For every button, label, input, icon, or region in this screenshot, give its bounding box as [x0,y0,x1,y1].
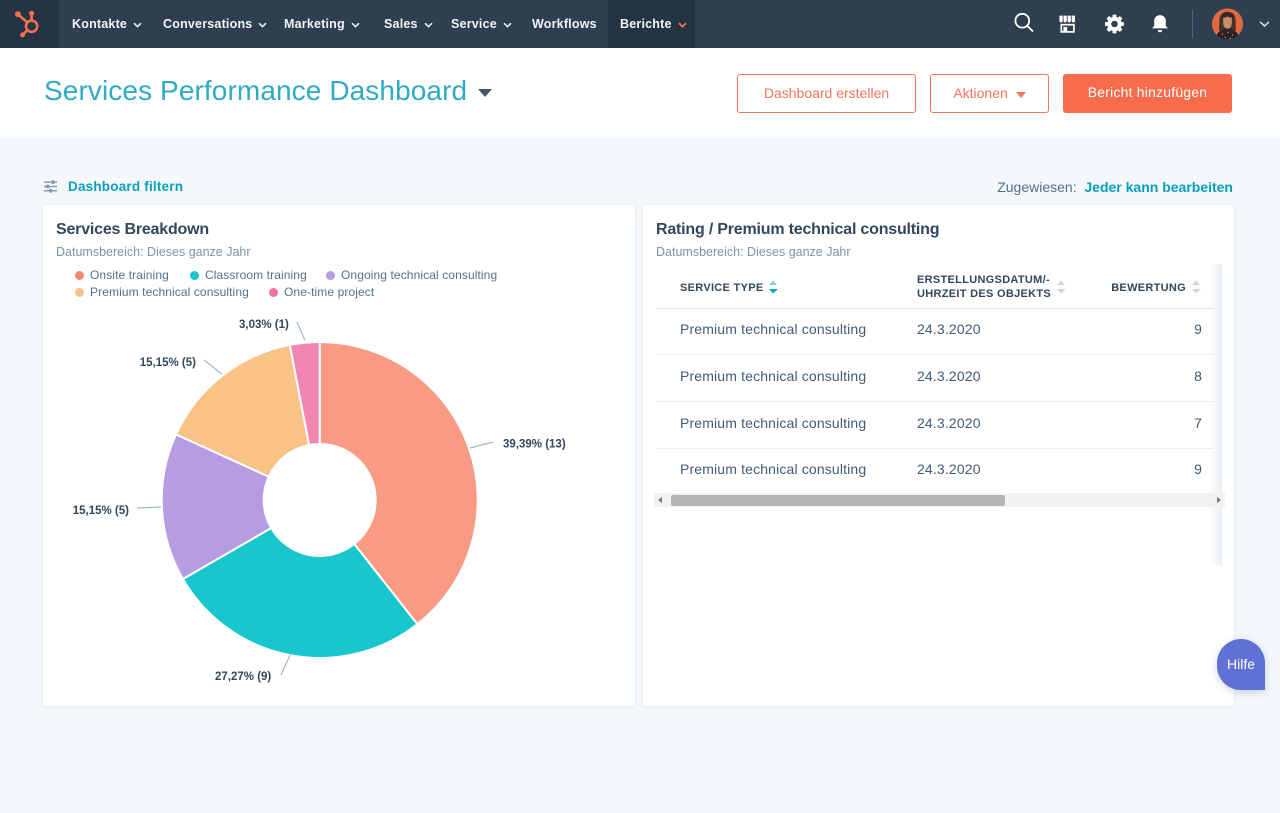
svg-text:15,15% (5): 15,15% (5) [73,505,129,517]
svg-text:3,03% (1): 3,03% (1) [239,319,289,331]
svg-text:27,27% (9): 27,27% (9) [215,671,271,683]
svg-text:39,39% (13): 39,39% (13) [503,439,566,451]
svg-text:15,15% (5): 15,15% (5) [140,357,196,369]
